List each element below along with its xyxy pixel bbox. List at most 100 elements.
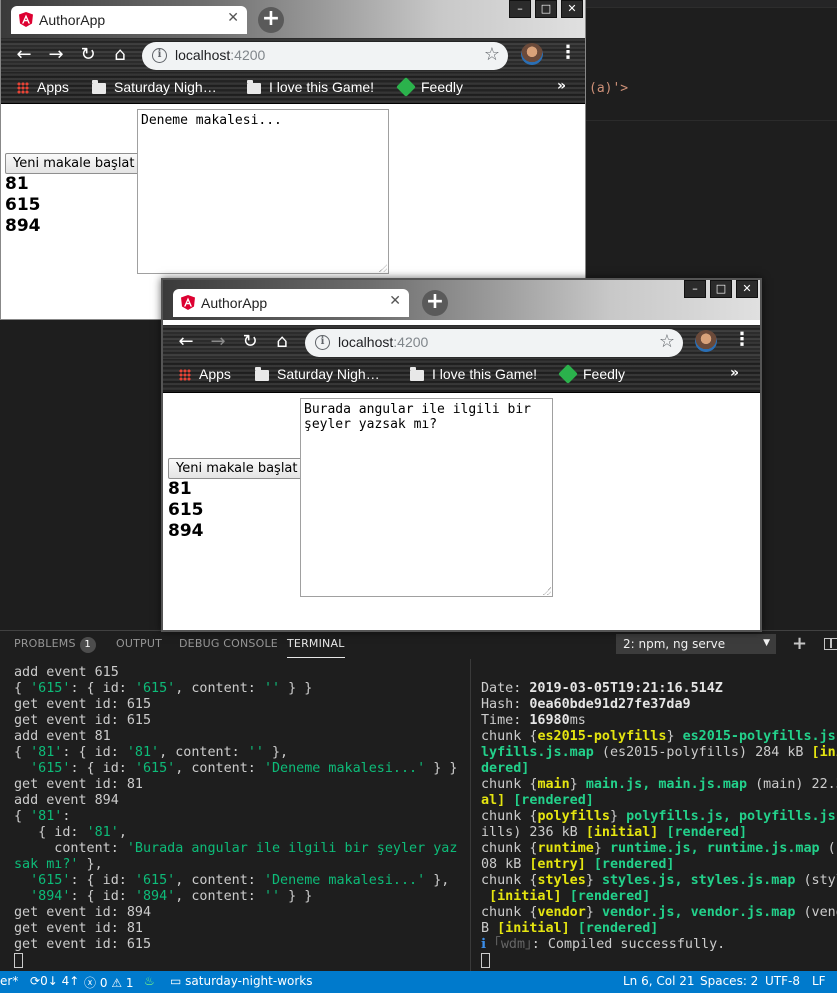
chevron-right-icon[interactable]: » [730,365,739,381]
address-bar[interactable]: i localhost:4200 ☆ [305,329,683,357]
new-article-button[interactable]: Yeni makale başlat [168,458,306,479]
resize-grip-icon[interactable] [543,587,551,595]
info-icon[interactable]: i [315,335,330,350]
avatar[interactable] [695,330,717,352]
home-icon[interactable]: ⌂ [109,45,131,65]
new-article-button[interactable]: Yeni makale başlat [5,153,143,174]
terminal-divider[interactable] [470,659,471,972]
chevron-right-icon[interactable]: » [557,78,566,94]
star-icon[interactable]: ☆ [484,44,500,65]
bookmark-apps-label: Apps [199,366,231,382]
flame-icon[interactable]: ♨ [144,974,155,988]
article-id[interactable]: 81 [5,174,41,195]
address-bar[interactable]: i localhost:4200 ☆ [142,42,508,70]
branch-name[interactable]: er* [0,974,18,988]
editor-area-lower [585,120,837,280]
close-icon[interactable]: ✕ [227,10,239,26]
bookmark-i-love-this-game-label: I love this Game! [432,366,538,382]
line-ending[interactable]: LF [812,974,826,988]
article-id[interactable]: 615 [168,500,204,521]
home-icon[interactable]: ⌂ [271,332,293,352]
new-tab-button[interactable]: + [422,290,448,316]
tab-terminal[interactable]: TERMINAL [287,637,345,658]
chunk-info: (main) 22.3 [747,777,837,792]
add-terminal-icon[interactable]: + [792,634,807,654]
chunk-name: vendor [537,905,586,920]
chunk-word: chunk [481,841,522,856]
terminal-line: add event 894 [14,793,119,808]
window-titlebar: AuthorApp ✕ + – □ ✕ [1,0,585,38]
maximize-button[interactable]: □ [710,280,732,298]
cursor-position[interactable]: Ln 6, Col 21 [623,974,695,988]
menu-kebab-icon[interactable]: ⋮ [733,330,751,350]
terminal-left[interactable]: add event 615{ '615': { id: '615', conte… [14,665,466,971]
bookmark-saturday-night[interactable]: Saturday Nigh… [92,79,217,95]
bookmark-apps[interactable]: Apps [17,79,69,95]
avatar[interactable] [521,43,543,65]
chunk-word: chunk [481,809,522,824]
back-arrow-icon[interactable]: ← [175,332,197,352]
hash-label: Hash: [481,697,530,712]
maximize-button[interactable]: □ [535,0,557,18]
minimize-button[interactable]: – [509,0,531,18]
new-tab-button[interactable]: + [258,7,284,33]
terminal-line: { '81': [14,809,71,824]
folder-icon [255,367,269,381]
minimize-button[interactable]: – [684,280,706,298]
tab-problems-label: PROBLEMS [14,637,76,650]
page-content: Yeni makale başlat 81 615 894 Burada ang… [163,394,760,630]
forward-arrow-icon[interactable]: → [45,45,67,65]
split-terminal-icon[interactable] [824,638,837,650]
info-icon[interactable]: i [152,48,167,63]
window-close-button[interactable]: ✕ [561,0,583,18]
tab-problems[interactable]: PROBLEMS 1 [14,637,96,653]
menu-kebab-icon[interactable]: ⋮ [559,43,577,63]
bookmark-apps[interactable]: Apps [179,366,231,382]
compiled-message: : Compiled successfully. [531,937,726,952]
browser-tab[interactable]: AuthorApp ✕ [173,289,409,317]
reload-icon[interactable]: ↻ [239,332,261,352]
bookmark-saturday-night[interactable]: Saturday Nigh… [255,366,380,382]
close-icon[interactable]: ✕ [389,293,401,309]
chunk-flag: [ini [811,745,837,760]
back-arrow-icon[interactable]: ← [13,45,35,65]
terminal-cursor [481,953,490,968]
warning-count: 1 [125,976,134,990]
bookmark-i-love-this-game[interactable]: I love this Game! [410,366,537,382]
window-close-button[interactable]: ✕ [736,280,758,298]
resize-grip-icon[interactable] [379,264,387,272]
article-id[interactable]: 894 [168,521,204,542]
terminal-right[interactable]: Date: 2019-03-05T19:21:16.514Z Hash: 0ea… [481,681,837,987]
article-textarea[interactable]: Deneme makalesi... [137,109,389,274]
browser-tab[interactable]: AuthorApp ✕ [11,6,247,34]
reload-icon[interactable]: ↻ [77,45,99,65]
workspace-folder[interactable]: ▭ saturday-night-works [170,974,313,988]
tab-debug-console[interactable]: DEBUG CONSOLE [179,637,278,650]
indentation[interactable]: Spaces: 2 [700,974,758,988]
problems-count-badge: 1 [79,637,96,653]
url-text: localhost:4200 [338,334,428,350]
star-icon[interactable]: ☆ [659,331,675,352]
problems-status[interactable]: ⓧ 0 ⚠ 1 [84,974,134,991]
url-port: :4200 [230,47,266,63]
bookmark-feedly[interactable]: Feedly [558,364,625,384]
bookmark-i-love-this-game[interactable]: I love this Game! [247,79,374,95]
article-id[interactable]: 894 [5,216,41,237]
sync-status[interactable]: ⟳0↓ 4↑ [30,974,79,988]
folder-icon [92,80,106,94]
chunk-files: main.js, main.js.map [585,777,748,792]
encoding[interactable]: UTF-8 [765,974,800,988]
apps-grid-icon [17,82,29,94]
article-textarea[interactable]: Burada angular ile ilgili bir şeyler yaz… [300,398,553,597]
tab-output[interactable]: OUTPUT [116,637,162,650]
feedly-icon [396,77,416,97]
chunk-name: runtime [537,841,594,856]
chunk-name: es2015-polyfills [537,729,667,744]
terminal-line: '615': { id: '615', content: 'Deneme mak… [30,761,458,776]
terminal-select[interactable]: 2: npm, ng serve ▼ [616,634,776,654]
bookmark-feedly[interactable]: Feedly [396,77,463,97]
forward-arrow-icon[interactable]: → [207,332,229,352]
terminal-line: '615': { id: '615', content: 'Deneme mak… [30,873,450,888]
article-id[interactable]: 81 [168,479,204,500]
article-id[interactable]: 615 [5,195,41,216]
